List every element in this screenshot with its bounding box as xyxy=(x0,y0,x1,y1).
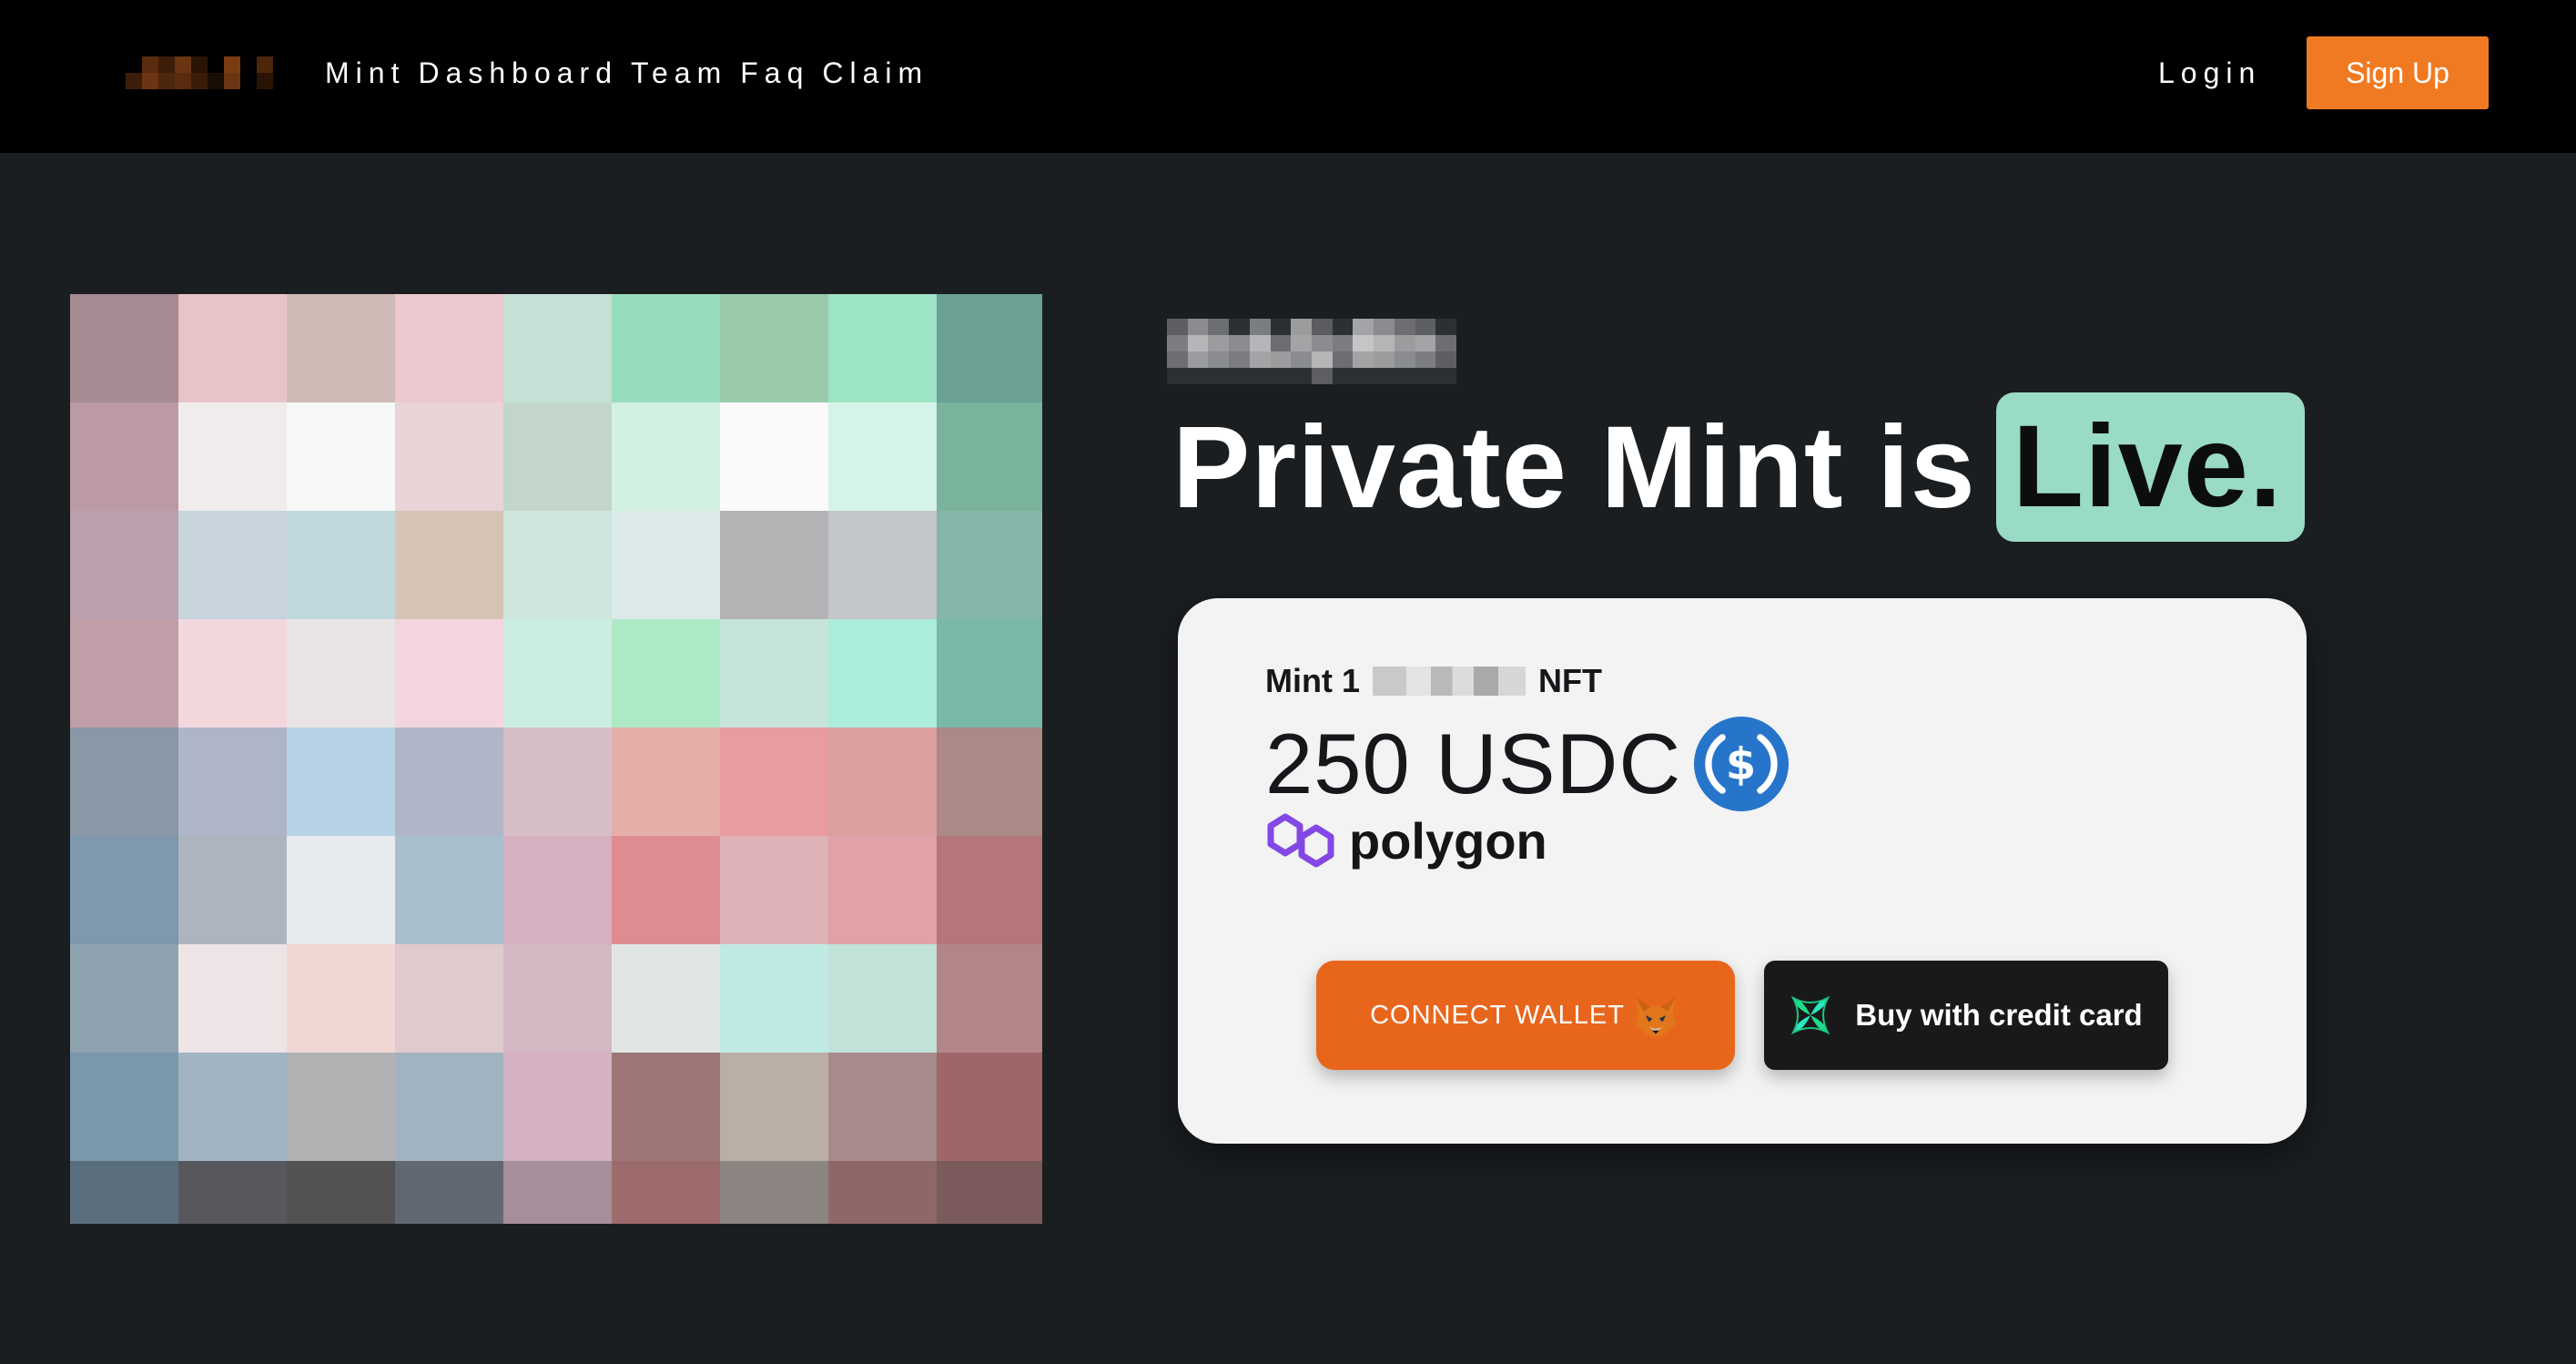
polygon-logo-icon xyxy=(1267,813,1334,868)
headline-text: Private Mint is xyxy=(1172,402,1976,533)
mint-quantity-label: Mint 1 NFT xyxy=(1265,662,1602,700)
nft-name-blurred xyxy=(1373,667,1526,696)
usdc-coin-icon: $ xyxy=(1694,717,1790,811)
buy-with-credit-card-button[interactable]: Buy with credit card xyxy=(1764,961,2168,1070)
crossmint-icon xyxy=(1790,995,1831,1035)
buy-with-credit-card-label: Buy with credit card xyxy=(1855,998,2143,1032)
network-name: polygon xyxy=(1349,811,1547,870)
connect-wallet-label: CONNECT WALLET xyxy=(1370,1000,1625,1030)
mint-prefix: Mint 1 xyxy=(1265,662,1360,699)
top-navigation-bar: Mint Dashboard Team Faq Claim Login Sign… xyxy=(0,0,2576,153)
collection-name-blurred xyxy=(1167,319,1456,384)
metamask-fox-icon xyxy=(1635,996,1677,1038)
nav-dashboard[interactable]: Dashboard xyxy=(418,53,618,93)
main-nav: Mint Dashboard Team Faq Claim xyxy=(325,53,941,93)
nav-team[interactable]: Team xyxy=(631,53,727,93)
connect-wallet-button[interactable]: CONNECT WALLET xyxy=(1316,961,1735,1070)
nft-preview-image xyxy=(70,294,1042,1224)
nav-claim[interactable]: Claim xyxy=(822,53,928,93)
nav-mint[interactable]: Mint xyxy=(325,53,405,93)
headline-live-badge: Live. xyxy=(1995,392,2305,542)
mint-price: 250 USDC $ xyxy=(1265,715,1790,813)
price-text: 250 USDC xyxy=(1265,716,1682,811)
polygon-network: polygon xyxy=(1265,809,1547,871)
nav-faq[interactable]: Faq xyxy=(740,53,809,93)
sign-up-button[interactable]: Sign Up xyxy=(2307,36,2489,109)
site-logo[interactable] xyxy=(126,56,289,89)
mint-card: Mint 1 NFT 250 USDC $ polygon CONNECT WA… xyxy=(1178,598,2307,1144)
hero-headline: Private Mint is Live. xyxy=(1172,390,2305,545)
svg-text:$: $ xyxy=(1726,740,1757,790)
mint-suffix: NFT xyxy=(1538,662,1602,699)
login-link[interactable]: Login xyxy=(2158,53,2261,93)
